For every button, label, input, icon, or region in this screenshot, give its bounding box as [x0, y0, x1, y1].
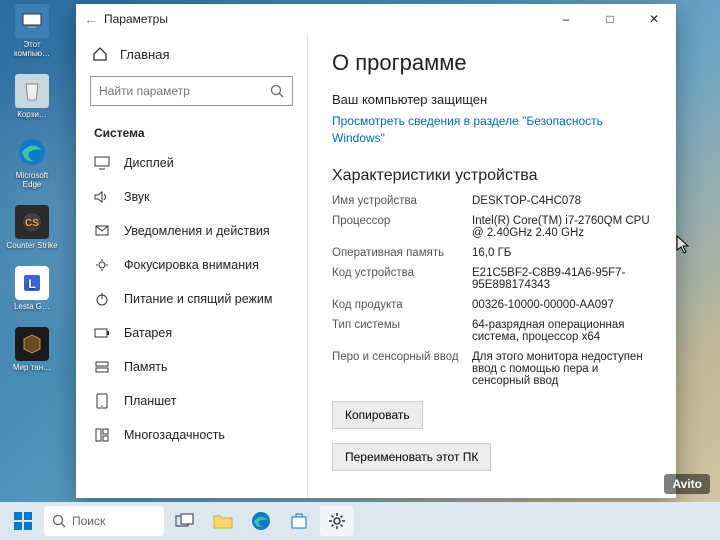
desktop-icon-label: Этот компью…: [6, 40, 58, 58]
rename-pc-button[interactable]: Переименовать этот ПК: [332, 443, 491, 471]
sidebar: Главная Система Дисплей Звук Уведомления…: [76, 34, 308, 498]
sidebar-item-storage[interactable]: Память: [76, 350, 307, 384]
notifications-icon: [94, 223, 110, 239]
page-heading: О программе: [332, 50, 652, 76]
spec-key-device-name: Имя устройства: [332, 195, 462, 207]
copy-button[interactable]: Копировать: [332, 401, 423, 429]
nav-label: Память: [124, 360, 168, 374]
power-icon: [94, 291, 110, 307]
taskbar-app-store[interactable]: [282, 506, 316, 536]
window-title: Параметры: [104, 12, 168, 26]
taskbar-app-edge[interactable]: [244, 506, 278, 536]
desktop-icon-edge[interactable]: Microsoft Edge: [6, 135, 58, 189]
spec-key-pen-touch: Перо и сенсорный ввод: [332, 351, 462, 387]
desktop-icon-label: Корзи…: [17, 110, 47, 119]
svg-text:L: L: [28, 277, 35, 291]
search-icon: [270, 84, 284, 98]
spec-val-device-id: E21C5BF2-C8B9-41A6-95F7-95E898174343: [472, 267, 652, 291]
sound-icon: [94, 189, 110, 205]
nav-label: Уведомления и действия: [124, 224, 270, 238]
nav-label: Звук: [124, 190, 150, 204]
start-button[interactable]: [6, 506, 40, 536]
back-icon[interactable]: ←: [84, 11, 98, 27]
close-button[interactable]: ✕: [632, 4, 676, 34]
sidebar-item-battery[interactable]: Батарея: [76, 316, 307, 350]
device-specs-grid: Имя устройства DESKTOP-C4HC078 Процессор…: [332, 195, 652, 387]
sidebar-item-tablet[interactable]: Планшет: [76, 384, 307, 418]
search-input[interactable]: [99, 84, 262, 98]
watermark: Avito: [664, 474, 710, 494]
desktop-icon-label: Microsoft Edge: [6, 171, 58, 189]
nav-label: Многозадачность: [124, 428, 225, 442]
spec-val-system-type: 64-разрядная операционная система, проце…: [472, 319, 652, 343]
desktop-icon-cs[interactable]: CS Counter Strike: [6, 205, 58, 250]
spec-key-device-id: Код устройства: [332, 267, 462, 291]
desktop-icon-label: Мир тан…: [13, 363, 51, 372]
sidebar-item-focus[interactable]: Фокусировка внимания: [76, 248, 307, 282]
taskbar-search-label: Поиск: [72, 514, 105, 528]
spec-val-device-name: DESKTOP-C4HC078: [472, 195, 652, 207]
minimize-button[interactable]: –: [544, 4, 588, 34]
desktop-icons-column: Этот компью… Корзи… Microsoft Edge CS Cou…: [6, 4, 58, 372]
spec-key-system-type: Тип системы: [332, 319, 462, 343]
multitask-icon: [94, 427, 110, 443]
storage-icon: [94, 359, 110, 375]
spec-key-cpu: Процессор: [332, 215, 462, 239]
mouse-cursor: [676, 235, 690, 255]
spec-key-product-id: Код продукта: [332, 299, 462, 311]
security-link[interactable]: Просмотреть сведения в разделе "Безопасн…: [332, 113, 652, 147]
settings-window: ← Параметры – □ ✕ Главная Система Диспле…: [76, 4, 676, 498]
nav-label: Питание и спящий режим: [124, 292, 272, 306]
spec-val-cpu: Intel(R) Core(TM) i7-2760QM CPU @ 2.40GH…: [472, 215, 652, 239]
nav-label: Дисплей: [124, 156, 174, 170]
svg-text:CS: CS: [25, 218, 39, 229]
nav-label: Планшет: [124, 394, 176, 408]
spec-val-product-id: 00326-10000-00000-AA097: [472, 299, 652, 311]
sidebar-item-sound[interactable]: Звук: [76, 180, 307, 214]
search-box[interactable]: [90, 76, 293, 106]
focus-icon: [94, 257, 110, 273]
taskbar-app-settings[interactable]: [320, 506, 354, 536]
sidebar-item-display[interactable]: Дисплей: [76, 146, 307, 180]
desktop-icon-label: Lesta G…: [14, 302, 50, 311]
sidebar-item-notifications[interactable]: Уведомления и действия: [76, 214, 307, 248]
titlebar[interactable]: ← Параметры – □ ✕: [76, 4, 676, 34]
sidebar-item-multitask[interactable]: Многозадачность: [76, 418, 307, 452]
desktop-icon-wot[interactable]: Мир тан…: [6, 327, 58, 372]
protected-label: Ваш компьютер защищен: [332, 92, 652, 107]
desktop-icon-recycle[interactable]: Корзи…: [6, 74, 58, 119]
desktop-icon-lesta[interactable]: L Lesta G…: [6, 266, 58, 311]
sidebar-nav: Дисплей Звук Уведомления и действия Фоку…: [76, 146, 307, 452]
sidebar-item-power[interactable]: Питание и спящий режим: [76, 282, 307, 316]
desktop-icon-this-pc[interactable]: Этот компью…: [6, 4, 58, 58]
desktop-icon-label: Counter Strike: [6, 241, 57, 250]
taskbar[interactable]: Поиск: [0, 502, 720, 540]
spec-val-ram: 16,0 ГБ: [472, 247, 652, 259]
spec-key-ram: Оперативная память: [332, 247, 462, 259]
spec-val-pen-touch: Для этого монитора недоступен ввод с пом…: [472, 351, 652, 387]
sidebar-home[interactable]: Главная: [90, 40, 293, 68]
sidebar-home-label: Главная: [120, 47, 169, 62]
tablet-icon: [94, 393, 110, 409]
home-icon: [92, 46, 108, 62]
nav-label: Батарея: [124, 326, 172, 340]
taskview-button[interactable]: [168, 506, 202, 536]
specs-heading: Характеристики устройства: [332, 167, 652, 185]
maximize-button[interactable]: □: [588, 4, 632, 34]
battery-icon: [94, 325, 110, 341]
nav-label: Фокусировка внимания: [124, 258, 259, 272]
sidebar-section-label: Система: [76, 116, 307, 146]
content-pane: О программе Ваш компьютер защищен Просмо…: [308, 34, 676, 498]
display-icon: [94, 155, 110, 171]
taskbar-app-explorer[interactable]: [206, 506, 240, 536]
taskbar-search[interactable]: Поиск: [44, 506, 164, 536]
